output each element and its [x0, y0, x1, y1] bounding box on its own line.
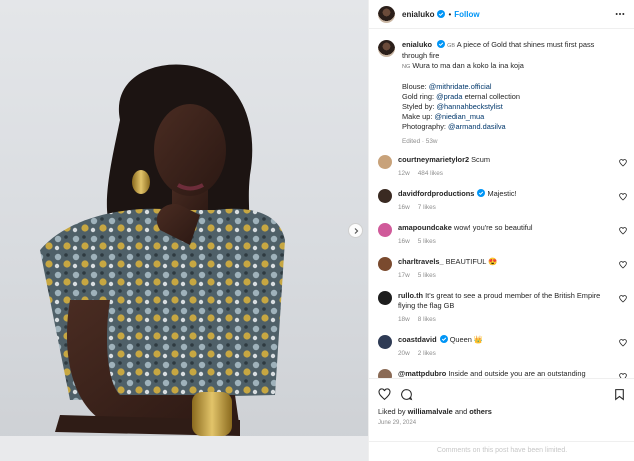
heart-icon[interactable] — [619, 193, 627, 201]
edited-timestamp: Edited · 53w — [402, 138, 438, 145]
comment-time: 16w — [398, 204, 410, 211]
next-photo-button[interactable] — [348, 223, 363, 238]
verified-badge-icon — [437, 40, 446, 48]
heart-icon[interactable] — [619, 295, 627, 303]
comment-username[interactable]: courtneymarietylor2 — [398, 155, 469, 164]
verified-badge-icon — [437, 10, 446, 18]
caption-username[interactable]: enialuko — [402, 40, 432, 49]
avatar[interactable] — [378, 40, 395, 57]
comment-time: 12w — [398, 170, 410, 177]
comment-item: amapoundcake wow! you're so beautiful 16w… — [369, 223, 634, 247]
mention-link[interactable]: @niedian_mua — [434, 112, 484, 121]
post-side-panel: enialuko • Follow enialuko GB A piece of… — [368, 0, 634, 461]
avatar[interactable] — [378, 291, 392, 305]
comment-time: 18w — [398, 316, 410, 323]
comment-text: It's great to see a proud member of the … — [398, 291, 601, 310]
comment-time: 20w — [398, 350, 410, 357]
avatar[interactable] — [378, 5, 395, 23]
comment-list: courtneymarietylor2 Scum 12w 484 likes davi… — [369, 155, 634, 378]
save-icon[interactable] — [613, 388, 626, 401]
follow-button[interactable]: Follow — [454, 10, 479, 19]
comment-text: wow! you're so beautiful — [453, 223, 533, 232]
credit-line: Make up: @niedian_mua — [402, 112, 485, 121]
liked-by-user[interactable]: williamalvale — [408, 407, 453, 416]
comments-limited-notice: Comments on this post have been limited. — [369, 441, 634, 461]
mention-link[interactable]: @prada — [436, 92, 462, 101]
comment-text: BEAUTIFUL 😍 — [445, 257, 498, 266]
flag-ng: NG — [402, 64, 411, 70]
comments-scroll-area[interactable]: enialuko GB A piece of Gold that shines … — [369, 30, 634, 378]
comment-text: Inside and outside you are an outstandin… — [448, 369, 586, 378]
comment-likes[interactable]: 7 likes — [418, 204, 436, 211]
header-separator: • — [448, 9, 452, 19]
comment-icon[interactable] — [400, 388, 413, 401]
comment-likes[interactable]: 5 likes — [418, 238, 436, 245]
flag-gb: GB — [447, 43, 456, 49]
comment-likes[interactable]: 484 likes — [418, 170, 443, 177]
avatar[interactable] — [378, 189, 392, 203]
avatar[interactable] — [378, 223, 392, 237]
heart-icon[interactable] — [378, 387, 391, 401]
avatar[interactable] — [378, 335, 392, 349]
comment-item: davidfordproductions Majestic! 16w 7 likes — [369, 189, 634, 213]
comment-likes[interactable]: 5 likes — [418, 272, 436, 279]
post-date: June 29, 2024 — [378, 420, 417, 426]
comment-item: @mattpdubro Inside and outside you are a… — [369, 369, 634, 378]
verified-badge-icon — [439, 335, 448, 343]
comment-username[interactable]: davidfordproductions — [398, 189, 474, 198]
credit-line: Styled by: @hannahbeckstylist — [402, 102, 503, 111]
credit-line: Gold ring: @prada eternal collection — [402, 92, 521, 101]
comment-item: coastdavid Queen 👑 20w 2 likes — [369, 335, 634, 359]
comment-username[interactable]: amapoundcake — [398, 223, 452, 232]
credit-line: Photography: @armand.dasilva — [402, 122, 506, 131]
credit-line: Blouse: @mithridate.official — [402, 82, 492, 91]
heart-icon[interactable] — [619, 261, 627, 269]
mention-link[interactable]: @mithridate.official — [429, 82, 492, 91]
avatar[interactable] — [378, 155, 392, 169]
comment-item: rullo.th It's great to see a proud membe… — [369, 291, 634, 325]
comment-text: Majestic! — [487, 189, 517, 198]
comment-username[interactable]: coastdavid — [398, 335, 437, 344]
mention-link[interactable]: @armand.dasilva — [448, 122, 506, 131]
comment-item: courtneymarietylor2 Scum 12w 484 likes — [369, 155, 634, 179]
comment-likes[interactable]: 2 likes — [418, 350, 436, 357]
liked-by-others[interactable]: others — [469, 407, 492, 416]
chevron-right-icon — [354, 227, 358, 234]
caption-line2: Wura to ma dan a koko la ina koja — [412, 61, 524, 70]
header-username[interactable]: enialuko — [402, 10, 434, 19]
mention-link[interactable]: @hannahbeckstylist — [437, 102, 503, 111]
comment-username[interactable]: @mattpdubro — [398, 369, 446, 378]
post-caption: enialuko GB A piece of Gold that shines … — [369, 30, 634, 147]
comment-time: 17w — [398, 272, 410, 279]
post-actions: Liked by williamalvale and others June 2… — [369, 378, 634, 441]
verified-badge-icon — [477, 189, 486, 197]
portrait-illustration — [0, 64, 368, 461]
comment-item: charltravels_ BEAUTIFUL 😍 17w 5 likes — [369, 257, 634, 281]
liked-by: Liked by williamalvale and others — [378, 407, 492, 416]
instagram-post-dialog: enialuko • Follow enialuko GB A piece of… — [0, 0, 634, 461]
comment-time: 16w — [398, 238, 410, 245]
comment-username[interactable]: rullo.th — [398, 291, 423, 300]
heart-icon[interactable] — [619, 339, 627, 347]
comment-likes[interactable]: 8 likes — [418, 316, 436, 323]
post-header: enialuko • Follow — [369, 0, 634, 29]
more-options-icon[interactable] — [615, 9, 625, 19]
avatar[interactable] — [378, 257, 392, 271]
avatar[interactable] — [378, 369, 392, 378]
post-photo[interactable] — [0, 0, 368, 461]
heart-icon[interactable] — [619, 159, 627, 167]
comment-text: Scum — [471, 155, 491, 164]
heart-icon[interactable] — [619, 227, 627, 235]
comment-username[interactable]: charltravels_ — [398, 257, 444, 266]
comment-text: Queen 👑 — [449, 335, 484, 344]
